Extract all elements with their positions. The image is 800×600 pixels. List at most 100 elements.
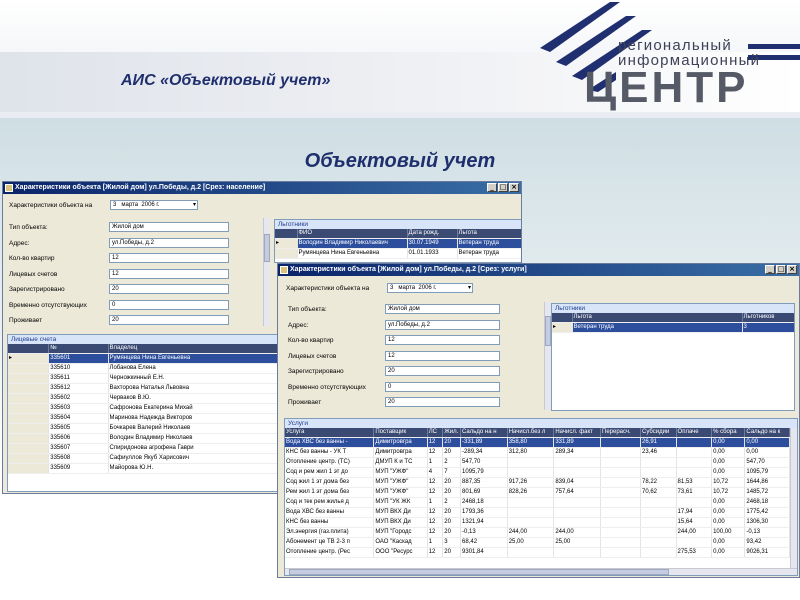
minimize-button[interactable]: _	[487, 183, 497, 192]
table-row[interactable]: ▸ Володин Владимир Николаевич 30.07.1949 Ве…	[275, 238, 521, 250]
field-input[interactable]: 20	[109, 284, 229, 294]
field-label: Кол-во квартир	[288, 337, 334, 344]
column-header[interactable]: Поставщик	[373, 428, 428, 439]
field-input[interactable]: 12	[385, 335, 500, 345]
table-row[interactable]: Вода ХВС без ванны МУП ВКХ Ди 12 20 1793,36 1…	[285, 507, 790, 519]
table-cell: 335602	[48, 393, 109, 405]
row-indicator	[8, 383, 50, 395]
row-indicator	[8, 463, 50, 475]
app-icon	[5, 184, 13, 192]
date-picker[interactable]: 3 марта 2006 г. ▾	[110, 200, 198, 210]
table-cell: 917,26	[507, 477, 555, 489]
column-header[interactable]: Льгота	[572, 313, 743, 324]
field-label: Лицевых счетов	[9, 270, 58, 278]
field-input[interactable]: 12	[385, 350, 500, 361]
field-input[interactable]: 20	[109, 315, 229, 325]
column-header[interactable]: №	[48, 344, 109, 355]
table-row[interactable]: Эл.энергия (газ.плита) МУП "Городс 12 20 -0,…	[285, 527, 790, 539]
column-header[interactable]: Субсидии	[640, 428, 677, 439]
table-row[interactable]: Вода ХВС без ванны - Димитровгра 12 20 -331,…	[285, 437, 790, 449]
date-picker[interactable]: 3 марта 2006 г. ▾	[387, 283, 473, 293]
form-scrollbar[interactable]	[263, 218, 270, 326]
column-header[interactable]: Льготников	[742, 313, 794, 324]
column-header[interactable]: Сальдо на н	[460, 428, 508, 439]
field-label: Тип объекта:	[9, 224, 48, 231]
column-header[interactable]: Начисл.без л	[507, 428, 555, 439]
field-input[interactable]: 12	[109, 268, 229, 279]
field-input[interactable]: Жилой дом	[385, 304, 500, 314]
field-input[interactable]: 20	[385, 397, 500, 407]
table-cell: 335603	[48, 403, 109, 415]
benefits-panel: Льготники ФИО Дата рожд. Льгота ▸ Володин Вл…	[274, 219, 521, 263]
column-header[interactable]: % сбора	[711, 428, 746, 439]
field-input[interactable]: ул.Победы, д.2	[109, 237, 229, 248]
field-input[interactable]: 20	[385, 366, 500, 376]
column-header[interactable]: Льгота	[457, 229, 521, 240]
table-cell: 20	[442, 447, 462, 459]
services-hscrollbar[interactable]	[285, 568, 797, 575]
column-header[interactable]: ЛС	[427, 428, 444, 439]
table-cell: 20	[442, 507, 462, 519]
date-day: 3	[390, 285, 394, 291]
field-input[interactable]: ул.Победы, д.2	[385, 319, 500, 330]
table-row[interactable]: Сод и тек рем жилья д МУП "УК ЖК 1 2 2468,18…	[285, 497, 790, 509]
column-header[interactable]: Дата рожд.	[407, 229, 458, 240]
table-cell: 335601	[48, 353, 109, 365]
table-row[interactable]: Рем жил 1 эт дома без МУП "УЖФ" 12 20 801,69…	[285, 487, 790, 499]
chevron-down-icon[interactable]: ▾	[468, 284, 471, 292]
column-header[interactable]: ФИО	[297, 229, 408, 240]
table-cell: 15,64	[676, 517, 713, 529]
form-scrollbar[interactable]	[544, 302, 551, 410]
table-row[interactable]: Румянцева Нина Евгеньевна 01.01.1933 Ветер…	[275, 248, 521, 260]
window-title: Характеристики объекта [Жилой дом] ул.По…	[290, 266, 527, 273]
column-header[interactable]: Оплаче	[676, 428, 713, 439]
table-cell	[507, 457, 555, 469]
minimize-button[interactable]: _	[765, 265, 775, 274]
table-cell	[600, 437, 641, 449]
table-cell: 1485,72	[744, 487, 790, 499]
maximize-button[interactable]: □	[498, 183, 508, 192]
field-input[interactable]: 0	[385, 381, 500, 392]
table-row[interactable]: КНС без ванны - УК Т Димитровгра 12 20 -289,…	[285, 447, 790, 459]
table-row[interactable]: Отопление центр. (ТС) ДМУП К и ТС 1 2 547,70…	[285, 457, 790, 469]
chevron-down-icon[interactable]: ▾	[193, 201, 196, 209]
column-header[interactable]: Услуга	[285, 428, 375, 439]
benefits-table: ФИО Дата рожд. Льгота ▸ Володин Владимир Ник…	[275, 229, 521, 260]
field-label: Проживает	[9, 317, 43, 324]
table-row[interactable]: КНС без ванны МУП ВКХ Ди 12 20 1321,94 15,64 0…	[285, 517, 790, 529]
table-cell	[640, 457, 677, 469]
table-cell	[640, 517, 677, 529]
field-input[interactable]: 0	[109, 299, 229, 310]
field-label: Зарегистрировано	[288, 368, 344, 375]
table-cell	[553, 517, 601, 529]
table-cell: 12	[427, 437, 444, 449]
table-cell: Вахторова Наталья Львовна	[108, 383, 302, 395]
maximize-button[interactable]: □	[776, 265, 786, 274]
table-row[interactable]: ▸ Ветеран труда 3	[552, 322, 794, 334]
field-input[interactable]: Жилой дом	[109, 222, 229, 232]
close-button[interactable]: ×	[787, 265, 797, 274]
table-cell	[553, 507, 601, 519]
close-button[interactable]: ×	[509, 183, 519, 192]
table-row[interactable]: Отопление центр. (Рес ООО "Ресурс 12 20 9301…	[285, 547, 790, 559]
table-cell: 3	[442, 537, 462, 549]
column-header[interactable]: Начисл. факт	[553, 428, 601, 439]
table-cell	[676, 497, 713, 509]
table-row[interactable]: Сод и рем жил 1 эт до МУП "УЖФ" 4 7 1095,79 0…	[285, 467, 790, 479]
table-row[interactable]: Сод жил 1 эт дома без МУП "УЖФ" 12 20 887,35…	[285, 477, 790, 489]
table-cell: 335604	[48, 413, 109, 425]
window-population-titlebar[interactable]: Характеристики объекта [Жилой дом] ул.По…	[3, 182, 521, 194]
column-header[interactable]: Владелец	[108, 344, 302, 355]
column-header[interactable]: Сальдо на к	[744, 428, 790, 439]
table-cell: Лобанова Елена	[108, 363, 302, 375]
column-header[interactable]: Перерасч.	[600, 428, 641, 439]
table-cell: 839,04	[553, 477, 601, 489]
table-cell: 244,00	[676, 527, 713, 539]
row-indicator-header	[552, 313, 573, 324]
field-input[interactable]: 12	[109, 253, 229, 263]
services-scrollbar[interactable]	[790, 428, 797, 568]
column-header[interactable]: Жил.	[442, 428, 462, 439]
table-row[interactable]: Абонемент це ТВ 2-3 п ОАО "Каскад 1 3 68,42 2…	[285, 537, 790, 549]
row-indicator-header	[275, 229, 298, 240]
window-services-titlebar[interactable]: Характеристики объекта [Жилой дом] ул.По…	[278, 264, 799, 276]
